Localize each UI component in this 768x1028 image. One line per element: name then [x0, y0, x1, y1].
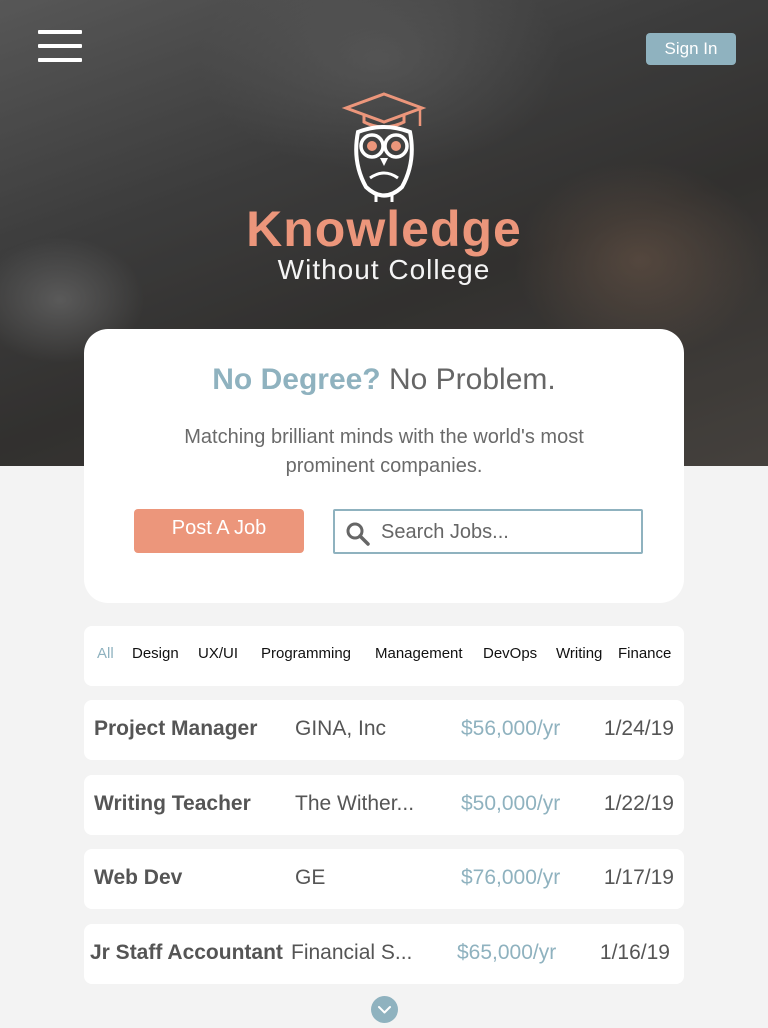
- category-filter-bar: All Design UX/UI Programming Management …: [84, 626, 684, 686]
- job-date: 1/22/19: [603, 792, 674, 815]
- post-job-button[interactable]: Post A Job: [134, 509, 304, 553]
- job-salary: $65,000/yr: [457, 941, 557, 964]
- subheadline: Matching brilliant minds with the world'…: [184, 426, 584, 477]
- job-salary: $50,000/yr: [461, 792, 561, 815]
- filter-devops[interactable]: DevOps: [483, 645, 537, 662]
- job-date: 1/16/19: [599, 941, 670, 964]
- job-salary: $76,000/yr: [461, 866, 561, 889]
- owl-graduation-cap-icon: [341, 92, 427, 202]
- job-title: Writing Teacher: [94, 792, 251, 815]
- filter-writing[interactable]: Writing: [556, 645, 602, 662]
- job-company: GE: [295, 866, 326, 889]
- sign-in-button[interactable]: Sign In: [646, 33, 736, 65]
- search-input[interactable]: [379, 513, 633, 552]
- job-date: 1/24/19: [603, 717, 674, 740]
- search-icon: [346, 522, 370, 546]
- brand-name: Knowledge: [246, 201, 522, 257]
- filter-programming[interactable]: Programming: [261, 645, 351, 662]
- job-row[interactable]: Writing Teacher The Wither... $50,000/yr…: [84, 775, 684, 835]
- job-row[interactable]: Web Dev GE $76,000/yr 1/17/19: [84, 849, 684, 909]
- brand-tagline: Without College: [277, 254, 491, 285]
- job-company: Financial S...: [291, 941, 413, 964]
- job-date: 1/17/19: [603, 866, 674, 889]
- hero-card: No Degree? No Problem. Matching brillian…: [84, 329, 684, 603]
- headline: No Degree? No Problem.: [84, 363, 684, 397]
- headline-accent: No Degree?: [212, 363, 381, 396]
- filter-management[interactable]: Management: [375, 645, 463, 662]
- job-company: GINA, Inc: [295, 717, 387, 740]
- job-title: Web Dev: [94, 866, 183, 889]
- filter-ux-ui[interactable]: UX/UI: [198, 645, 238, 662]
- job-company: The Wither...: [295, 792, 415, 815]
- headline-rest: No Problem.: [388, 363, 556, 396]
- job-salary: $56,000/yr: [461, 717, 561, 740]
- hamburger-menu-icon[interactable]: [38, 30, 82, 66]
- filter-finance[interactable]: Finance: [618, 645, 671, 662]
- job-title: Project Manager: [94, 717, 258, 740]
- job-title: Jr Staff Accountant: [90, 941, 283, 964]
- job-row[interactable]: Project Manager GINA, Inc $56,000/yr 1/2…: [84, 700, 684, 760]
- search-box[interactable]: [333, 509, 643, 554]
- filter-all[interactable]: All: [97, 645, 114, 662]
- scroll-down-button[interactable]: [371, 996, 398, 1023]
- chevron-down-icon: [378, 1006, 391, 1014]
- job-row[interactable]: Jr Staff Accountant Financial S... $65,0…: [84, 924, 684, 984]
- filter-design[interactable]: Design: [132, 645, 179, 662]
